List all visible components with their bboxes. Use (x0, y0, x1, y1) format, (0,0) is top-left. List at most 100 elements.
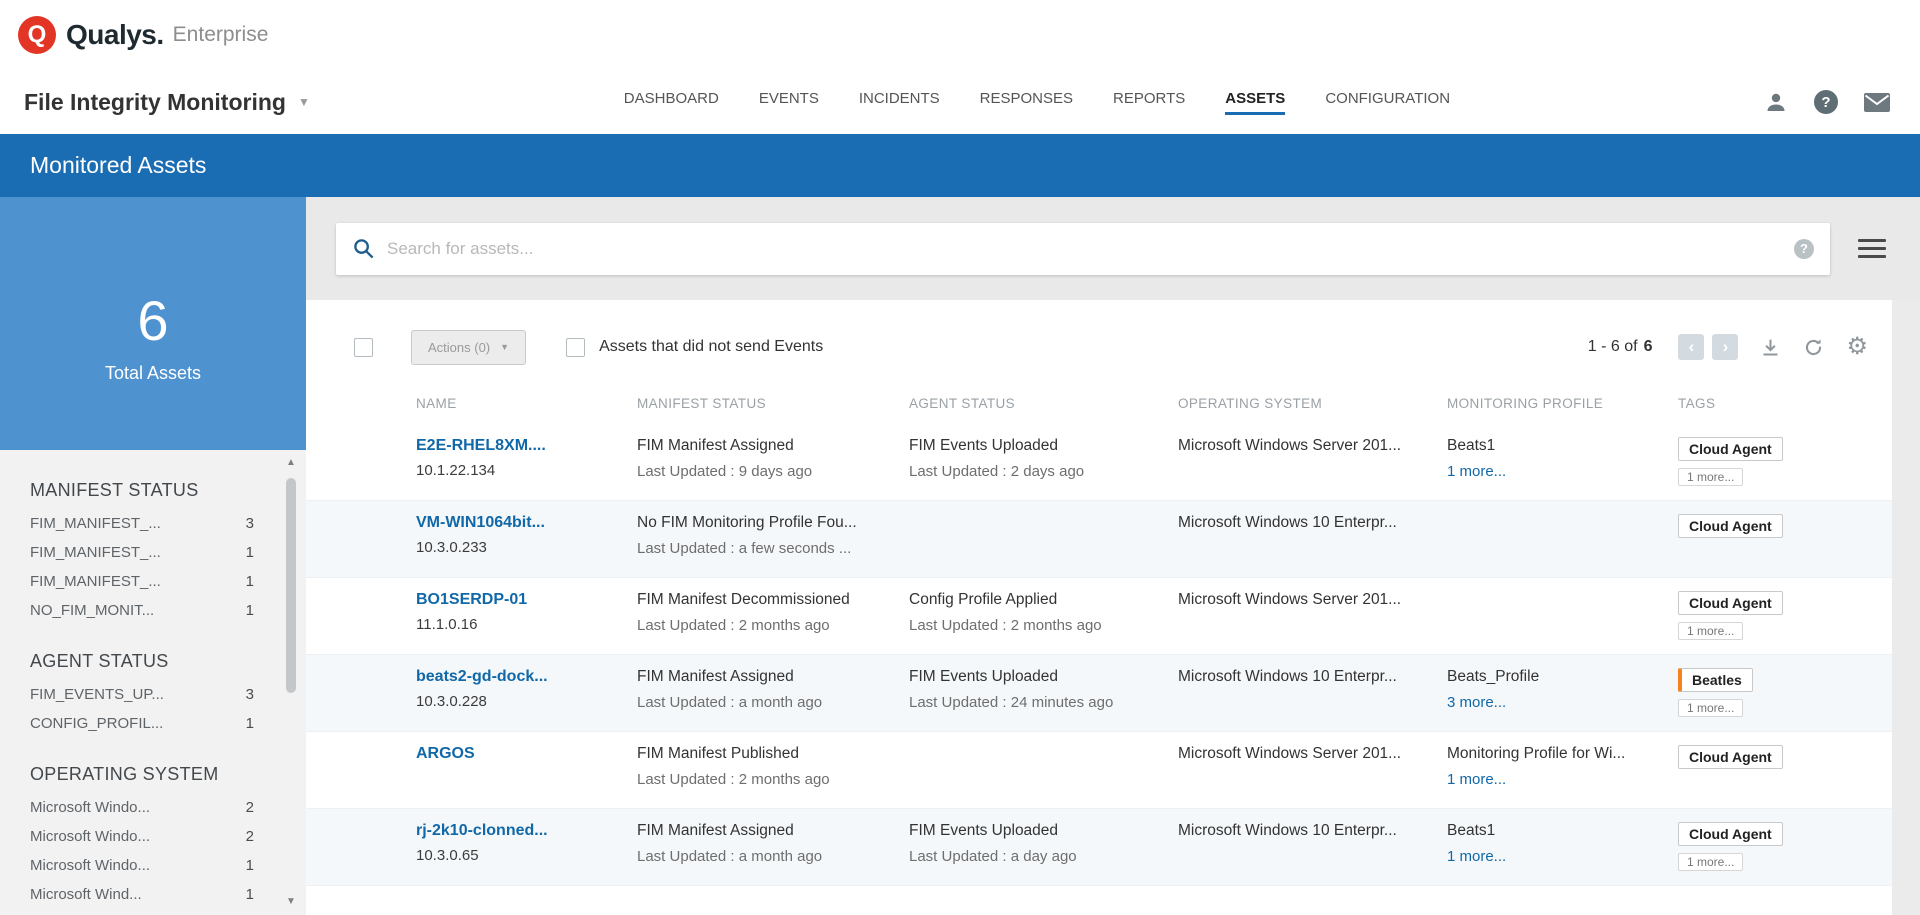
no-events-filter-checkbox[interactable] (566, 338, 585, 357)
facet-item[interactable]: FIM_MANIFEST_... 3 (30, 515, 254, 532)
next-page-icon[interactable]: › (1712, 334, 1738, 360)
app-switcher[interactable]: File Integrity Monitoring ▼ (24, 89, 310, 116)
pagination-text: 1 - 6 of 6 (1588, 338, 1653, 356)
nav-item-events[interactable]: EVENTS (759, 90, 819, 115)
manifest-updated: Last Updated : a few seconds ... (637, 540, 893, 557)
profile-more-link[interactable]: 1 more... (1447, 463, 1506, 480)
nav-item-responses[interactable]: RESPONSES (980, 90, 1073, 115)
nav-item-configuration[interactable]: CONFIGURATION (1325, 90, 1450, 115)
menu-icon[interactable] (1858, 239, 1886, 258)
asset-name-link[interactable]: ARGOS (416, 745, 475, 762)
help-icon[interactable]: ? (1814, 90, 1838, 114)
table-row[interactable]: ARGOS FIM Manifest Published Last Update… (306, 732, 1892, 809)
mail-icon[interactable] (1864, 93, 1890, 112)
table-row[interactable]: BO1SERDP-01 11.1.0.16 FIM Manifest Decom… (306, 578, 1892, 655)
table-row[interactable]: rj-2k10-clonned... 10.3.0.65 FIM Manifes… (306, 809, 1892, 886)
gear-glyph: ⚙ (1846, 335, 1868, 359)
asset-name-link[interactable]: VM-WIN1064bit... (416, 514, 545, 531)
search-input[interactable] (387, 239, 1794, 259)
agent-updated: Last Updated : 2 months ago (909, 617, 1162, 634)
agent-status-cell: FIM Events Uploaded Last Updated : 24 mi… (909, 668, 1178, 721)
os-cell: Microsoft Windows Server 201... (1178, 745, 1447, 798)
nav-item-reports[interactable]: REPORTS (1113, 90, 1185, 115)
sidebar-scrollbar[interactable]: ▲ ▼ (284, 456, 298, 909)
table-row[interactable]: beats2-gd-dock... 10.3.0.228 FIM Manifes… (306, 655, 1892, 732)
table-row[interactable]: E2E-RHEL8XM.... 10.1.22.134 FIM Manifest… (306, 424, 1892, 501)
search-help-icon[interactable]: ? (1794, 239, 1814, 259)
facet-item[interactable]: Microsoft Windo... 2 (30, 799, 254, 816)
tag-more-badge[interactable]: 1 more... (1678, 622, 1743, 640)
brand-suffix: Enterprise (173, 23, 269, 47)
tag-more-badge[interactable]: 1 more... (1678, 699, 1743, 717)
facet-label: FIM_EVENTS_UP... (30, 686, 164, 703)
column-header-name[interactable]: NAME (416, 396, 637, 411)
agent-status-cell (909, 745, 1178, 798)
download-icon[interactable] (1760, 337, 1781, 358)
asset-name-link[interactable]: rj-2k10-clonned... (416, 822, 548, 839)
manifest-status: FIM Manifest Assigned (637, 822, 893, 840)
facet-item[interactable]: Microsoft Windo... 1 (30, 857, 254, 874)
facet-item[interactable]: NO_FIM_MONIT... 1 (30, 602, 254, 619)
prev-page-icon[interactable]: ‹ (1678, 334, 1704, 360)
tags-cell: Beatles 1 more... (1678, 668, 1892, 721)
list-wrap: Actions (0) ▼ Assets that did not send E… (306, 300, 1920, 915)
profile-more-link[interactable]: 3 more... (1447, 694, 1506, 711)
main-nav: DASHBOARD EVENTS INCIDENTS RESPONSES REP… (624, 90, 1450, 115)
os-cell: Microsoft Windows 10 Enterpr... (1178, 514, 1447, 567)
tag-more-badge[interactable]: 1 more... (1678, 468, 1743, 486)
manifest-updated: Last Updated : 2 months ago (637, 771, 893, 788)
page-title: Monitored Assets (30, 152, 206, 179)
facet-heading: MANIFEST STATUS (30, 480, 254, 501)
question-glyph: ? (1814, 90, 1838, 114)
gear-icon[interactable]: ⚙ (1846, 335, 1868, 359)
table-row[interactable]: VM-WIN1064bit... 10.3.0.233 No FIM Monit… (306, 501, 1892, 578)
refresh-icon[interactable] (1803, 337, 1824, 358)
top-header: Q Qualys. Enterprise File Integrity Moni… (0, 0, 1920, 134)
facet-item[interactable]: CONFIG_PROFIL... 1 (30, 715, 254, 732)
row-gutter (306, 822, 416, 875)
facet-group-agent-status: AGENT STATUS FIM_EVENTS_UP... 3 CONFIG_P… (30, 651, 254, 732)
tag-more-badge[interactable]: 1 more... (1678, 853, 1743, 871)
column-header-operating-system[interactable]: OPERATING SYSTEM (1178, 396, 1447, 411)
profile-more-link[interactable]: 1 more... (1447, 771, 1506, 788)
column-header-manifest-status[interactable]: MANIFEST STATUS (637, 396, 909, 411)
scroll-down-icon[interactable]: ▼ (284, 895, 298, 909)
facet-item[interactable]: FIM_MANIFEST_... 1 (30, 573, 254, 590)
facet-item[interactable]: FIM_EVENTS_UP... 3 (30, 686, 254, 703)
profile-more-link[interactable]: 1 more... (1447, 848, 1506, 865)
manifest-updated: Last Updated : a month ago (637, 694, 893, 711)
select-all-checkbox[interactable] (354, 338, 373, 357)
column-header-agent-status[interactable]: AGENT STATUS (909, 396, 1178, 411)
asset-ip: 10.3.0.233 (416, 539, 621, 556)
tags-cell: Cloud Agent 1 more... (1678, 822, 1892, 875)
facet-label: CONFIG_PROFIL... (30, 715, 163, 732)
os-cell: Microsoft Windows Server 201... (1178, 437, 1447, 490)
asset-name-link[interactable]: E2E-RHEL8XM.... (416, 437, 546, 454)
facet-item[interactable]: Microsoft Wind... 1 (30, 886, 254, 903)
scroll-up-icon[interactable]: ▲ (284, 456, 298, 470)
chevron-down-icon: ▼ (500, 342, 509, 352)
scrollbar-thumb[interactable] (286, 478, 296, 693)
header-icons: ? (1764, 90, 1890, 114)
facet-item[interactable]: FIM_MANIFEST_... 1 (30, 544, 254, 561)
manifest-status-cell: FIM Manifest Assigned Last Updated : a m… (637, 668, 909, 721)
column-header-tags[interactable]: TAGS (1678, 396, 1892, 411)
os-cell: Microsoft Windows 10 Enterpr... (1178, 822, 1447, 875)
actions-button[interactable]: Actions (0) ▼ (411, 330, 526, 365)
pagination-total: 6 (1644, 338, 1653, 355)
column-header-monitoring-profile[interactable]: MONITORING PROFILE (1447, 396, 1678, 411)
manifest-status: FIM Manifest Decommissioned (637, 591, 893, 609)
nav-item-incidents[interactable]: INCIDENTS (859, 90, 940, 115)
user-icon[interactable] (1764, 90, 1788, 114)
asset-name-link[interactable]: BO1SERDP-01 (416, 591, 527, 608)
chevron-down-icon: ▼ (298, 95, 310, 109)
row-gutter (306, 745, 416, 798)
os-cell: Microsoft Windows Server 201... (1178, 591, 1447, 644)
list-toolbar: Actions (0) ▼ Assets that did not send E… (306, 312, 1892, 382)
facet-label: FIM_MANIFEST_... (30, 573, 161, 590)
pagination-range: 1 - 6 of (1588, 338, 1638, 355)
nav-item-dashboard[interactable]: DASHBOARD (624, 90, 719, 115)
nav-item-assets[interactable]: ASSETS (1225, 90, 1285, 115)
facet-item[interactable]: Microsoft Windo... 2 (30, 828, 254, 845)
asset-name-link[interactable]: beats2-gd-dock... (416, 668, 548, 685)
